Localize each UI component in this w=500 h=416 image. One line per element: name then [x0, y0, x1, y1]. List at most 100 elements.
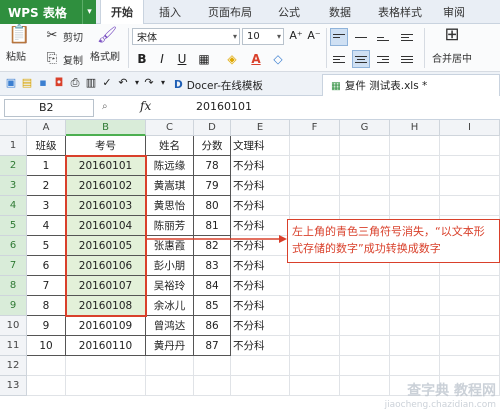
doc-tab-docer[interactable]: D Docer-在线模板: [166, 74, 271, 96]
tab-insert[interactable]: 插入: [144, 0, 196, 24]
pdf-icon[interactable]: ◘: [52, 76, 66, 90]
table-cell[interactable]: 余冰儿: [146, 296, 194, 316]
empty-cell[interactable]: [66, 376, 146, 396]
select-all-corner[interactable]: [0, 120, 27, 136]
table-cell[interactable]: 3: [27, 196, 66, 216]
table-cell[interactable]: 不分科: [231, 196, 290, 216]
header-cell[interactable]: 分数: [194, 136, 231, 156]
empty-cell[interactable]: [440, 336, 500, 356]
table-cell[interactable]: 20160106: [66, 256, 146, 276]
table-cell[interactable]: 不分科: [231, 176, 290, 196]
table-cell[interactable]: 陈丽芳: [146, 216, 194, 236]
table-cell[interactable]: 2: [27, 176, 66, 196]
empty-cell[interactable]: [340, 136, 390, 156]
table-cell[interactable]: 彭小朋: [146, 256, 194, 276]
empty-cell[interactable]: [390, 176, 440, 196]
row-header-12[interactable]: 12: [0, 356, 27, 376]
table-cell[interactable]: 84: [194, 276, 231, 296]
bold-icon[interactable]: B: [134, 51, 150, 67]
empty-cell[interactable]: [146, 376, 194, 396]
empty-cell[interactable]: [290, 196, 340, 216]
row-header-4[interactable]: 4: [0, 196, 27, 216]
align-right-icon[interactable]: [374, 50, 392, 68]
font-name-select[interactable]: 宋体 ▾: [132, 28, 240, 45]
table-cell[interactable]: 20160101: [66, 156, 146, 176]
row-header-13[interactable]: 13: [0, 376, 27, 396]
align-bottom-icon[interactable]: [374, 28, 392, 46]
table-cell[interactable]: 不分科: [231, 336, 290, 356]
new-file-icon[interactable]: ▣: [4, 76, 18, 90]
tab-table-style[interactable]: 表格样式: [366, 0, 434, 24]
empty-cell[interactable]: [390, 276, 440, 296]
app-dropdown-icon[interactable]: ▾: [82, 0, 96, 24]
table-cell[interactable]: 1: [27, 156, 66, 176]
table-cell[interactable]: 张惠霞: [146, 236, 194, 256]
empty-cell[interactable]: [66, 356, 146, 376]
empty-cell[interactable]: [146, 356, 194, 376]
empty-cell[interactable]: [340, 276, 390, 296]
open-folder-icon[interactable]: ▤: [20, 76, 34, 90]
align-middle-icon[interactable]: [352, 28, 370, 46]
empty-cell[interactable]: [440, 296, 500, 316]
empty-cell[interactable]: [340, 176, 390, 196]
table-cell[interactable]: 87: [194, 336, 231, 356]
align-top-icon[interactable]: [330, 28, 348, 46]
table-cell[interactable]: 80: [194, 196, 231, 216]
column-header-d[interactable]: D: [194, 120, 231, 136]
tab-data[interactable]: 数据: [314, 0, 366, 24]
empty-cell[interactable]: [340, 156, 390, 176]
table-cell[interactable]: 黄丹丹: [146, 336, 194, 356]
fx-icon[interactable]: fx: [140, 99, 151, 113]
column-header-f[interactable]: F: [290, 120, 340, 136]
empty-cell[interactable]: [440, 176, 500, 196]
empty-cell[interactable]: [194, 376, 231, 396]
table-cell[interactable]: 85: [194, 296, 231, 316]
table-cell[interactable]: 陈远缘: [146, 156, 194, 176]
table-cell[interactable]: 黄思怡: [146, 196, 194, 216]
header-cell[interactable]: 班级: [27, 136, 66, 156]
table-cell[interactable]: 曾鸿达: [146, 316, 194, 336]
save-icon[interactable]: ▪: [36, 76, 50, 90]
border-icon[interactable]: ▦: [196, 51, 212, 67]
table-cell[interactable]: 不分科: [231, 236, 290, 256]
row-header-8[interactable]: 8: [0, 276, 27, 296]
empty-cell[interactable]: [440, 196, 500, 216]
font-size-select[interactable]: 10 ▾: [242, 28, 284, 45]
name-box[interactable]: B2: [4, 99, 94, 117]
column-header-e[interactable]: E: [231, 120, 290, 136]
justify-icon[interactable]: [398, 50, 416, 68]
empty-cell[interactable]: [340, 356, 390, 376]
empty-cell[interactable]: [390, 336, 440, 356]
table-cell[interactable]: 不分科: [231, 276, 290, 296]
table-cell[interactable]: 吴裕玲: [146, 276, 194, 296]
align-center-icon[interactable]: [352, 50, 370, 68]
paste-button[interactable]: 📋 粘贴: [6, 26, 30, 64]
italic-icon[interactable]: I: [154, 51, 170, 67]
table-cell[interactable]: 81: [194, 216, 231, 236]
row-header-11[interactable]: 11: [0, 336, 27, 356]
table-cell[interactable]: 20160103: [66, 196, 146, 216]
empty-cell[interactable]: [440, 276, 500, 296]
row-header-5[interactable]: 5: [0, 216, 27, 236]
row-header-1[interactable]: 1: [0, 136, 27, 156]
table-cell[interactable]: 83: [194, 256, 231, 276]
column-header-c[interactable]: C: [146, 120, 194, 136]
doc-tab-active[interactable]: ▦ 复件 测试表.xls *: [322, 74, 500, 96]
table-cell[interactable]: 9: [27, 316, 66, 336]
empty-cell[interactable]: [440, 156, 500, 176]
increase-font-icon[interactable]: A⁺: [288, 28, 304, 44]
table-cell[interactable]: 20160102: [66, 176, 146, 196]
clear-format-icon[interactable]: ◇: [270, 51, 286, 67]
tab-home[interactable]: 开始: [100, 0, 144, 24]
tab-review[interactable]: 审阅: [434, 0, 474, 24]
tab-formulas[interactable]: 公式: [264, 0, 314, 24]
row-header-9[interactable]: 9: [0, 296, 27, 316]
table-cell[interactable]: 不分科: [231, 316, 290, 336]
row-header-2[interactable]: 2: [0, 156, 27, 176]
table-cell[interactable]: 6: [27, 256, 66, 276]
tab-page-layout[interactable]: 页面布局: [196, 0, 264, 24]
column-header-i[interactable]: I: [440, 120, 500, 136]
formula-value[interactable]: 20160101: [196, 100, 252, 113]
empty-cell[interactable]: [340, 196, 390, 216]
table-cell[interactable]: 不分科: [231, 296, 290, 316]
